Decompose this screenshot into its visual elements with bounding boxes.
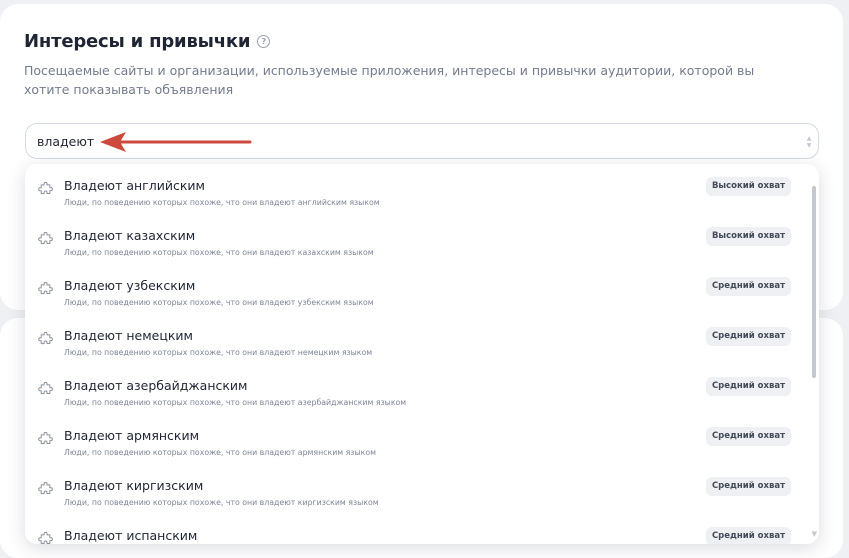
puzzle-icon xyxy=(38,331,54,347)
list-item[interactable]: Владеют азербайджанским Люди, по поведени… xyxy=(25,364,805,414)
item-description: Люди, по поведению которых похоже, что о… xyxy=(64,248,374,257)
reach-badge: Высокий охват xyxy=(705,227,791,246)
item-description: Люди, по поведению которых похоже, что о… xyxy=(64,498,379,507)
reach-badge: Высокий охват xyxy=(705,177,791,196)
question-circle-icon[interactable]: ? xyxy=(257,35,271,48)
scroll-down-icon[interactable]: ▼ xyxy=(812,530,817,538)
section-header: Интересы и привычки ? xyxy=(24,31,271,52)
item-description: Люди, по поведению которых похоже, что о… xyxy=(64,398,407,407)
reach-badge: Средний охват xyxy=(705,327,791,346)
list-item[interactable]: Владеют казахским Люди, по поведению кото… xyxy=(25,214,805,264)
list-item[interactable]: Владеют немецким Люди, по поведению котор… xyxy=(25,314,805,364)
list-item[interactable]: Владеют испанским Средний охват xyxy=(25,514,805,544)
item-description: Люди, по поведению которых похоже, что о… xyxy=(64,198,380,207)
puzzle-icon xyxy=(38,531,54,544)
list-item[interactable]: Владеют киргизским Люди, по поведению кот… xyxy=(25,464,805,514)
item-title: Владеют армянским xyxy=(64,428,200,443)
puzzle-icon xyxy=(38,281,54,297)
item-title: Владеют казахским xyxy=(64,228,196,243)
suggestions-dropdown: Владеют английским Люди, по поведению кот… xyxy=(25,164,819,544)
item-title: Владеют испанским xyxy=(64,528,198,543)
item-title: Владеют узбекским xyxy=(64,278,196,293)
reach-badge: Средний охват xyxy=(705,427,791,446)
list-item[interactable]: Владеют узбекским Люди, по поведению кото… xyxy=(25,264,805,314)
list-item[interactable]: Владеют английским Люди, по поведению кот… xyxy=(25,164,805,214)
item-description: Люди, по поведению которых похоже, что о… xyxy=(64,448,376,457)
search-input[interactable] xyxy=(37,132,717,150)
item-title: Владеют азербайджанским xyxy=(64,378,248,393)
scroll-arrows-icon: ▲ ▼ xyxy=(806,135,812,149)
reach-badge: Средний охват xyxy=(705,527,791,544)
item-title: Владеют английским xyxy=(64,178,205,193)
puzzle-icon xyxy=(38,181,54,197)
item-title: Владеют киргизским xyxy=(64,478,204,493)
section-title: Интересы и привычки xyxy=(24,31,251,52)
puzzle-icon xyxy=(38,431,54,447)
page-edge xyxy=(843,0,849,558)
scrollbar[interactable] xyxy=(812,186,816,378)
reach-badge: Средний охват xyxy=(705,377,791,396)
reach-badge: Средний охват xyxy=(705,477,791,496)
item-description: Люди, по поведению которых похоже, что о… xyxy=(64,348,373,357)
item-description: Люди, по поведению которых похоже, что о… xyxy=(64,298,374,307)
search-field[interactable]: ▲▼ xyxy=(25,123,819,159)
section-subtitle: Посещаемые сайты и организации, использу… xyxy=(24,63,755,97)
list-item[interactable]: Владеют армянским Люди, по поведению кото… xyxy=(25,414,805,464)
puzzle-icon xyxy=(38,481,54,497)
reach-badge: Средний охват xyxy=(705,277,791,296)
puzzle-icon xyxy=(38,231,54,247)
puzzle-icon xyxy=(38,381,54,397)
item-title: Владеют немецким xyxy=(64,328,193,343)
